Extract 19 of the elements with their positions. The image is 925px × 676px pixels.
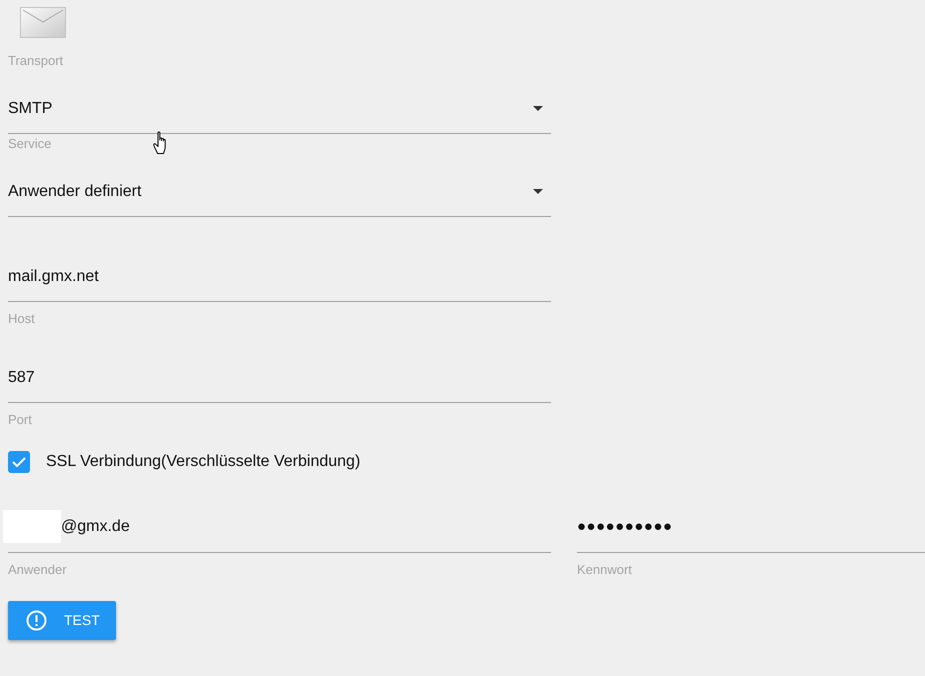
field-label: Service [8,135,52,153]
field-label: Anwender [8,561,67,579]
caret-icon [533,106,543,111]
check-icon [12,456,26,468]
checkbox[interactable] [8,451,30,473]
checkbox-label[interactable]: SSL Verbindung(Verschlüsselte Verbindung) [46,451,360,473]
input-field[interactable]: @gmx.de [8,473,551,553]
input-field[interactable]: 587 [8,329,551,403]
password-field[interactable]: ●●●●●●●●●● [577,473,925,553]
input-field[interactable]: mail.gmx.net [8,217,551,302]
caret-icon [533,189,543,194]
field-label: Host [8,310,35,328]
envelope-icon [20,7,66,38]
field-label: Kennwort [577,561,632,579]
dropdown-field[interactable]: SMTP [8,71,551,134]
exclamation-circle-icon [26,610,47,631]
field-label: Port [8,411,32,429]
field-label: Transport [8,52,64,70]
dropdown-field[interactable]: Anwender definiert [8,154,551,217]
